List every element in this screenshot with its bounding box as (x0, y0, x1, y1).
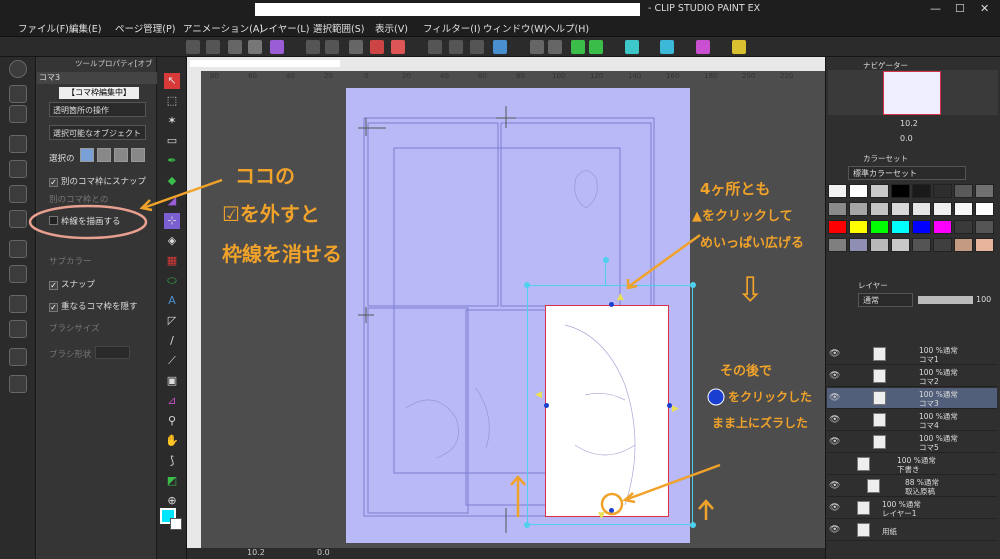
color-swatch[interactable] (954, 184, 973, 198)
color-swatch[interactable] (912, 202, 931, 216)
opacity-slider[interactable] (918, 296, 973, 304)
color-set-tab[interactable]: カラーセット (863, 153, 908, 164)
opacity-value[interactable]: 100 (976, 295, 991, 304)
color-swatch[interactable] (954, 238, 973, 252)
color-swatch[interactable] (891, 238, 910, 252)
layer-name: コマ2 (919, 377, 939, 386)
color-swatch[interactable] (828, 220, 847, 234)
layer-thumb (873, 369, 886, 383)
pointer-arrow-1 (142, 178, 223, 210)
eye-icon[interactable]: 👁 (829, 371, 840, 381)
pointer-arrow-3 (624, 463, 721, 502)
layer-thumb (857, 523, 870, 537)
annotation-3-line-3: まま上にズラした (712, 416, 809, 430)
color-swatch[interactable] (954, 220, 973, 234)
color-swatch[interactable] (912, 238, 931, 252)
annotation-1-line-1: ココの (235, 164, 295, 188)
zoom-readout[interactable]: 10.2 (247, 548, 265, 557)
color-swatch[interactable] (849, 220, 868, 234)
color-swatch[interactable] (891, 220, 910, 234)
color-swatch[interactable] (828, 184, 847, 198)
layer-row[interactable]: 100 %通常 下書き (827, 454, 997, 475)
layer-row[interactable]: 👁 100 %通常 コマ4 (827, 410, 997, 431)
annotation-2-line-2: ▲をクリックして (692, 209, 793, 224)
highlight-ellipse (28, 204, 148, 240)
blue-dot-icon (707, 388, 725, 406)
angle-readout[interactable]: 0.0 (317, 548, 330, 557)
color-swatch[interactable] (849, 238, 868, 252)
color-swatch[interactable] (954, 202, 973, 216)
color-swatch[interactable] (912, 220, 931, 234)
eye-icon[interactable]: 👁 (829, 349, 840, 359)
color-swatch[interactable] (849, 184, 868, 198)
color-swatch[interactable] (870, 202, 889, 216)
color-swatch[interactable] (912, 184, 931, 198)
color-swatch[interactable] (975, 220, 994, 234)
navigator-zoom[interactable]: 10.2 (900, 119, 918, 128)
eye-icon[interactable]: 👁 (829, 393, 840, 403)
eye-icon[interactable]: 👁 (829, 481, 840, 491)
eye-icon[interactable]: 👁 (829, 525, 840, 535)
layer-thumb (857, 457, 870, 471)
layer-thumb (873, 347, 886, 361)
navigator-preview[interactable] (883, 71, 941, 115)
layer-thumb (867, 479, 880, 493)
layer-row[interactable]: 👁 88 %通常 取込原稿 (827, 476, 997, 497)
color-swatch[interactable] (828, 202, 847, 216)
layer-thumb (857, 501, 870, 515)
layer-name: 取込原稿 (905, 487, 935, 496)
annotation-3-line-1: その後で (720, 364, 773, 379)
color-swatch[interactable] (933, 238, 952, 252)
layer-row[interactable]: 👁 100 %通常 レイヤー1 (827, 498, 997, 519)
layer-name: コマ3 (919, 399, 939, 408)
layer-row[interactable]: 👁 100 %通常 コマ1 (827, 344, 997, 365)
annotation-1-line-2: ☑を外すと (222, 202, 320, 226)
highlight-circle (600, 492, 624, 516)
eye-icon[interactable]: 👁 (829, 503, 840, 513)
color-swatch[interactable] (870, 184, 889, 198)
status-bar: 10.2 0.0 (187, 548, 825, 559)
layer-row[interactable]: 👁 用紙 (827, 520, 997, 541)
layer-name: コマ5 (919, 443, 939, 452)
layer-name: コマ1 (919, 355, 939, 364)
layer-name: レイヤー1 (882, 509, 917, 518)
color-swatch[interactable] (849, 202, 868, 216)
annotation-1-line-3: 枠線を消せる (222, 242, 342, 266)
blend-mode-select[interactable]: 通常 (858, 293, 913, 307)
color-set-select[interactable]: 標準カラーセット (848, 166, 966, 180)
layer-row[interactable]: 👁 100 %通常 コマ5 (827, 432, 997, 453)
layer-thumb (873, 391, 886, 405)
color-swatch[interactable] (933, 184, 952, 198)
layer-thumb (873, 413, 886, 427)
eye-icon[interactable]: 👁 (829, 437, 840, 447)
layer-thumb (873, 435, 886, 449)
color-swatch[interactable] (975, 202, 994, 216)
color-swatch[interactable] (933, 202, 952, 216)
layer-name: コマ4 (919, 421, 939, 430)
color-swatch[interactable] (975, 238, 994, 252)
layer-row[interactable]: 👁 100 %通常 コマ2 (827, 366, 997, 387)
color-swatch[interactable] (975, 184, 994, 198)
layer-tab[interactable]: レイヤー (858, 280, 888, 291)
layer-row-selected[interactable]: 👁 100 %通常 コマ3 (827, 388, 997, 409)
annotation-2-line-3: めいっぱい広げる (700, 236, 805, 251)
pointer-arrow-2 (627, 233, 701, 289)
color-swatch[interactable] (828, 238, 847, 252)
annotation-2-line-1: 4ヶ所とも (700, 180, 771, 198)
color-swatch[interactable] (870, 238, 889, 252)
color-swatch[interactable] (933, 220, 952, 234)
down-arrow-icon: ⇩ (736, 270, 765, 310)
eye-icon[interactable]: 👁 (829, 415, 840, 425)
layer-name: 下書き (897, 465, 920, 474)
layer-name: 用紙 (882, 527, 897, 536)
navigator-angle[interactable]: 0.0 (900, 134, 913, 143)
color-swatch[interactable] (891, 202, 910, 216)
color-swatch[interactable] (891, 184, 910, 198)
annotation-3-line-2: をクリックした (728, 390, 813, 404)
color-swatch[interactable] (870, 220, 889, 234)
